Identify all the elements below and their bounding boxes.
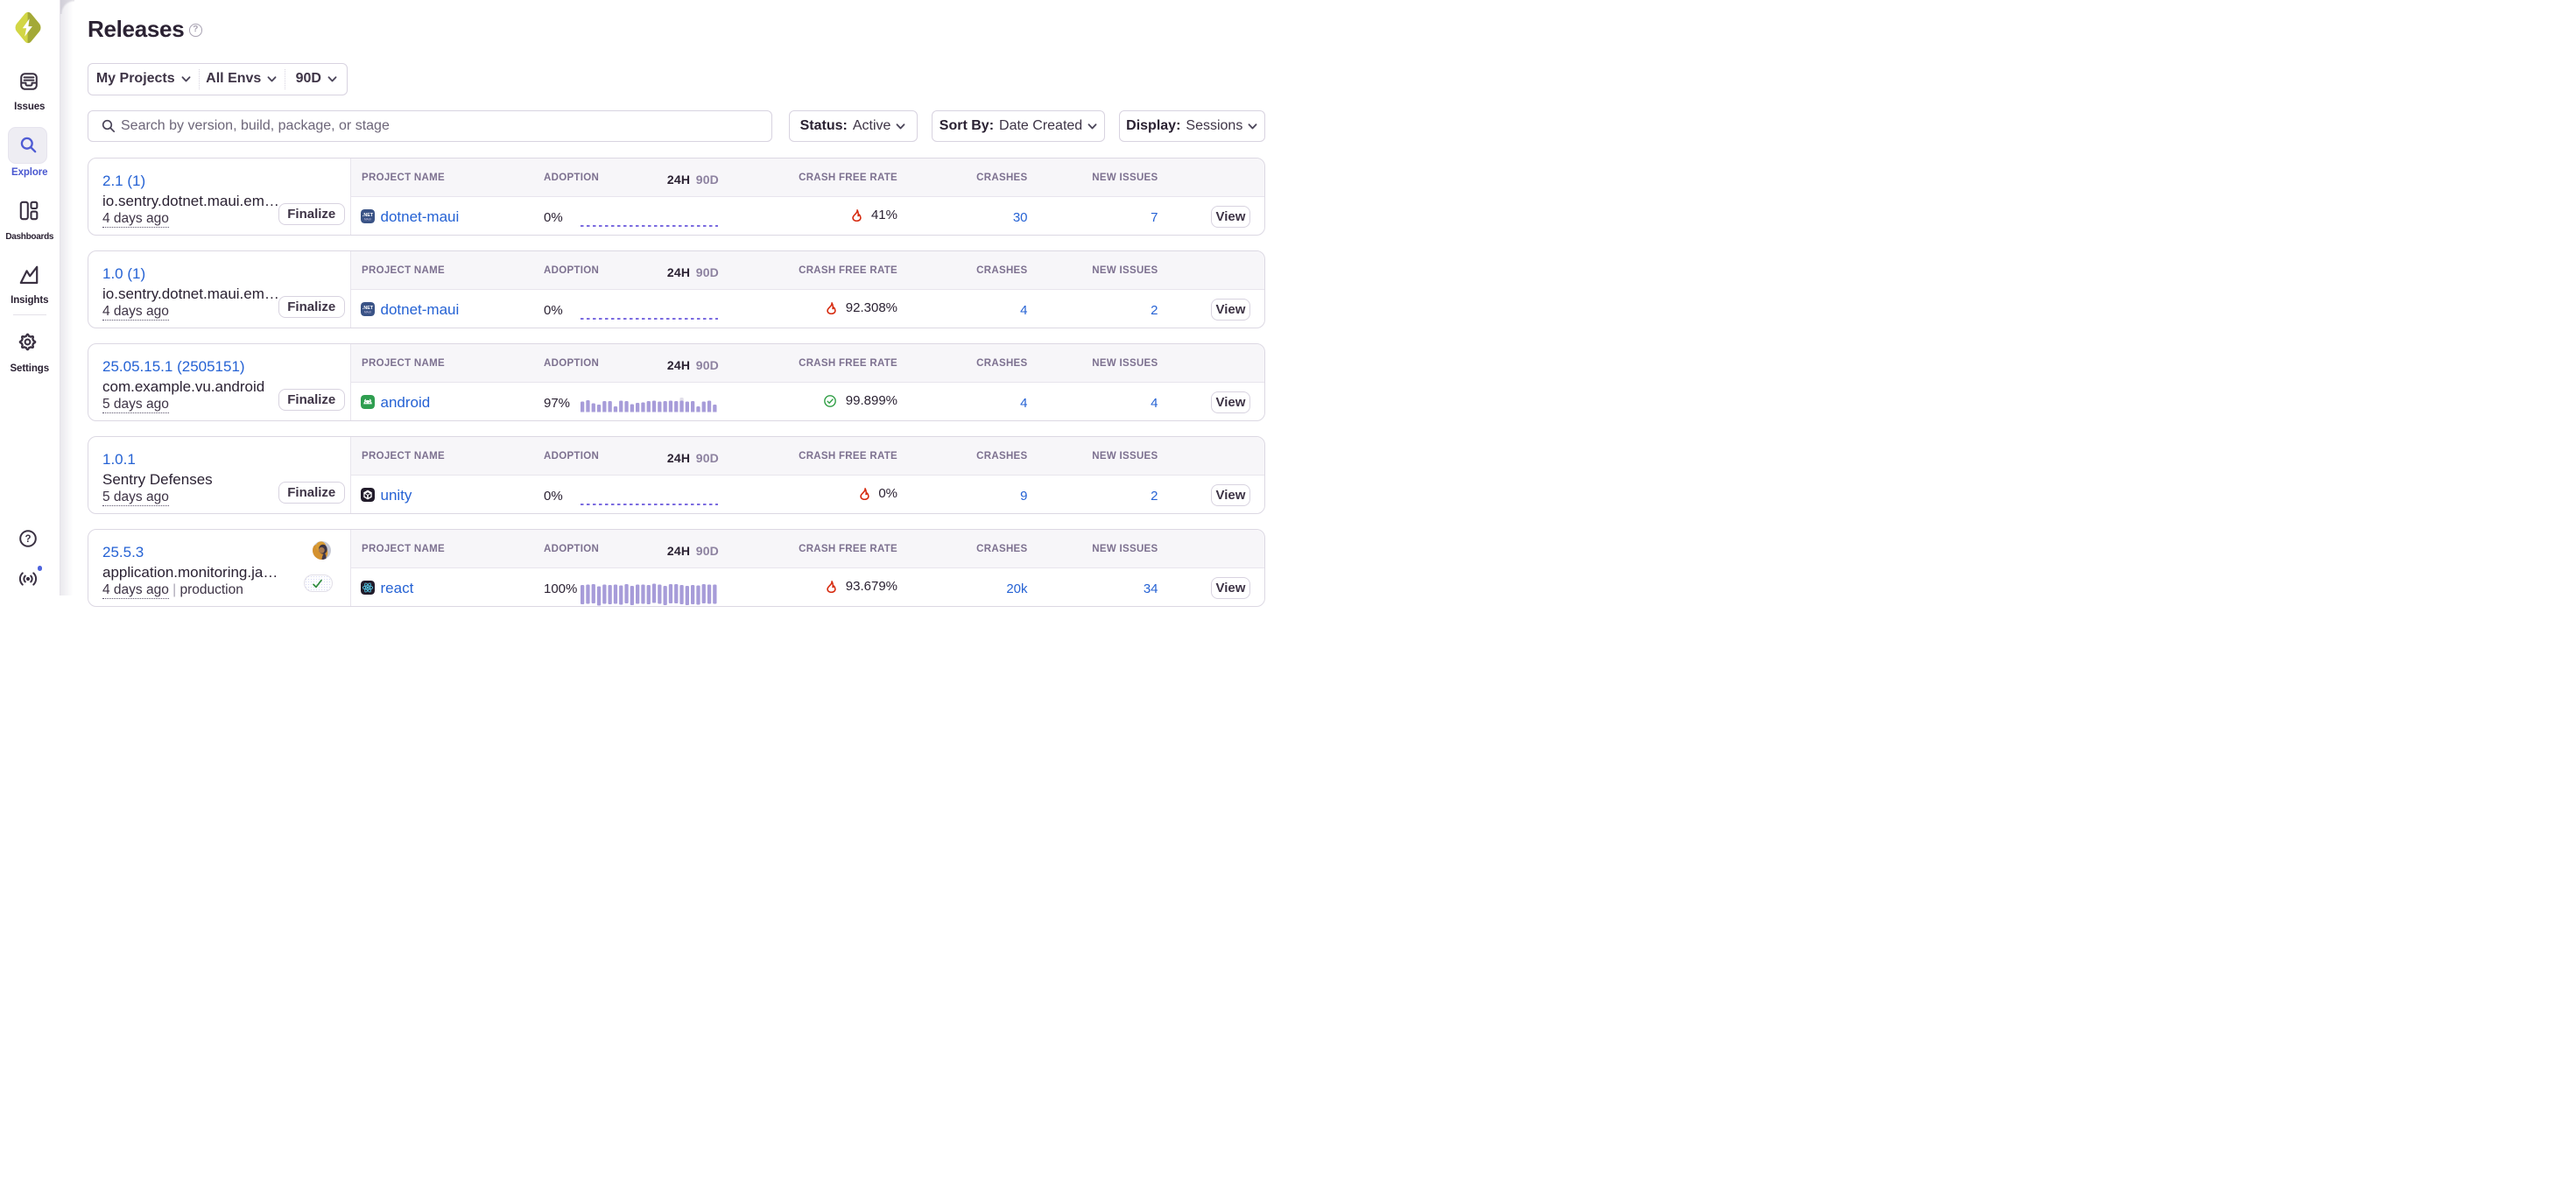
svg-text:?: ? — [25, 534, 31, 545]
svg-text:MAUI: MAUI — [364, 311, 371, 314]
svg-text:MAUI: MAUI — [364, 218, 371, 222]
